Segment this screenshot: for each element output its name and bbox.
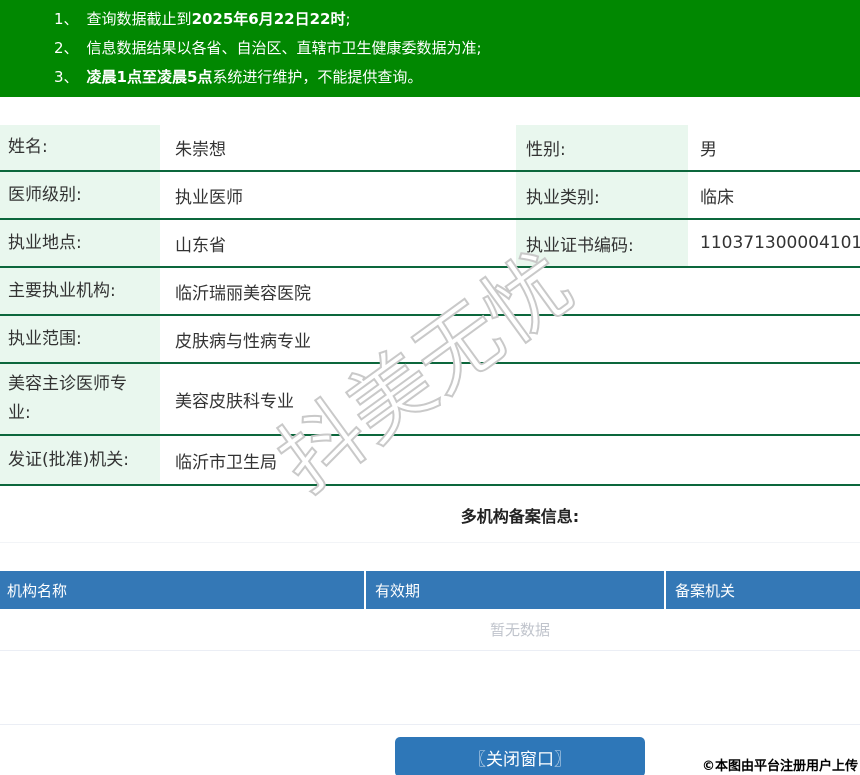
table-row-place-certno: 执业地点: 山东省 执业证书编码: 110371300004101	[0, 220, 860, 268]
field-value-practice-place: 山东省	[160, 220, 516, 266]
field-label-gender: 性别:	[516, 125, 688, 170]
field-value-name: 朱崇想	[160, 125, 516, 170]
field-label-practice-category: 执业类别:	[516, 172, 688, 218]
field-label-name: 姓名:	[0, 125, 160, 170]
field-label-practice-place: 执业地点:	[0, 220, 160, 266]
field-label-certificate-no: 执业证书编码:	[516, 220, 688, 266]
notice-number: 3、	[54, 68, 79, 86]
notice-number: 2、	[54, 39, 79, 57]
notice-text-bold: 凌晨1点至凌晨5点	[87, 68, 213, 86]
multi-org-table-header: 机构名称 有效期 备案机关	[0, 571, 860, 609]
notice-number: 1、	[54, 10, 79, 28]
table-empty-row: 暂无数据	[0, 609, 860, 651]
table-row-cosmetic-specialty: 美容主诊医师专业: 美容皮肤科专业	[0, 364, 860, 436]
field-label-practice-scope: 执业范围:	[0, 316, 160, 362]
table-row-practice-scope: 执业范围: 皮肤病与性病专业	[0, 316, 860, 364]
notice-item-1: 1、查询数据截止到2025年6月22日22时;	[54, 5, 860, 34]
notice-text: 查询数据截止到	[87, 10, 192, 28]
field-label-issuing-authority: 发证(批准)机关:	[0, 436, 160, 484]
field-label-cosmetic-specialty: 美容主诊医师专业:	[0, 364, 160, 434]
multi-org-section-title: 多机构备案信息:	[0, 503, 860, 525]
column-header-filing-authority: 备案机关	[666, 571, 860, 609]
upload-stamp-note: ©本图由平台注册用户上传	[702, 755, 858, 774]
table-body-spacer	[0, 651, 860, 725]
field-value-main-org: 临沂瑞丽美容医院	[160, 268, 860, 314]
divider	[0, 542, 860, 543]
field-label-main-org: 主要执业机构:	[0, 268, 160, 314]
doctor-info-table: 姓名: 朱崇想 性别: 男 医师级别: 执业医师 执业类别: 临床 执业地点: …	[0, 125, 860, 486]
query-result-page: 1、查询数据截止到2025年6月22日22时; 2、信息数据结果以各省、自治区、…	[0, 0, 860, 775]
notice-text: 信息数据结果以各省、自治区、直辖市卫生健康委数据为准;	[87, 39, 482, 57]
notice-text-bold: 2025年6月22日22时	[192, 10, 346, 28]
field-value-certificate-no: 110371300004101	[688, 220, 860, 266]
notice-text: 系统进行维护，不能提供查询。	[212, 68, 422, 86]
field-value-doctor-level: 执业医师	[160, 172, 516, 218]
table-row-main-org: 主要执业机构: 临沂瑞丽美容医院	[0, 268, 860, 316]
table-row-issuing-authority: 发证(批准)机关: 临沂市卫生局	[0, 436, 860, 486]
empty-data-text: 暂无数据	[0, 619, 860, 640]
notice-item-2: 2、信息数据结果以各省、自治区、直辖市卫生健康委数据为准;	[54, 34, 860, 63]
field-value-cosmetic-specialty: 美容皮肤科专业	[160, 364, 860, 434]
notice-text: ;	[346, 10, 351, 28]
column-header-valid-period: 有效期	[366, 571, 666, 609]
notice-banner: 1、查询数据截止到2025年6月22日22时; 2、信息数据结果以各省、自治区、…	[0, 0, 860, 97]
field-value-practice-scope: 皮肤病与性病专业	[160, 316, 860, 362]
field-label-doctor-level: 医师级别:	[0, 172, 160, 218]
close-window-button[interactable]: 〖关闭窗口〗	[395, 737, 645, 775]
field-value-practice-category: 临床	[688, 172, 860, 218]
field-value-gender: 男	[688, 125, 860, 170]
field-value-issuing-authority: 临沂市卫生局	[160, 436, 860, 484]
table-row-name-gender: 姓名: 朱崇想 性别: 男	[0, 125, 860, 172]
notice-item-3: 3、凌晨1点至凌晨5点系统进行维护，不能提供查询。	[54, 63, 860, 92]
column-header-org-name: 机构名称	[0, 571, 366, 609]
table-row-level-category: 医师级别: 执业医师 执业类别: 临床	[0, 172, 860, 220]
